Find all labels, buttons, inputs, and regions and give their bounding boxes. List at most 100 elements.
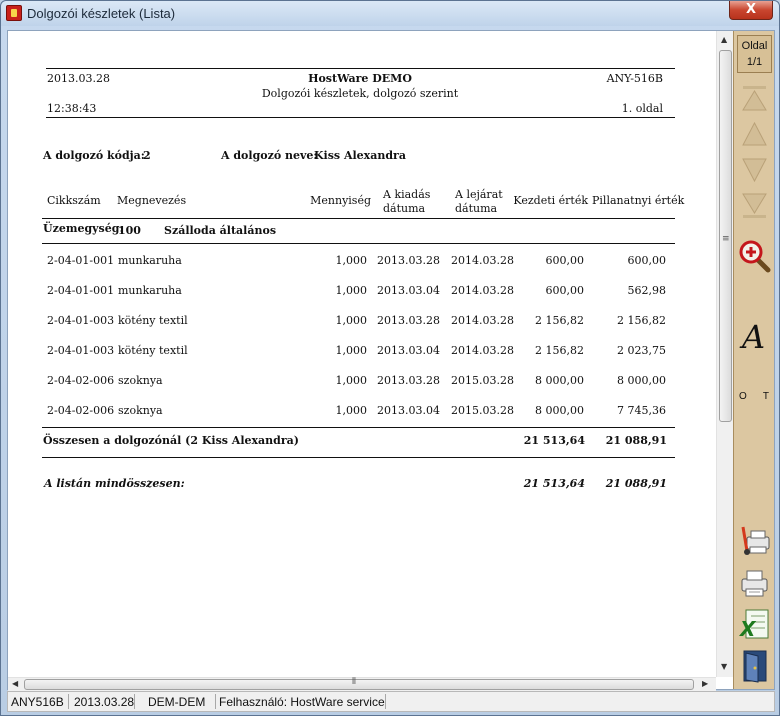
row-expiry-date: 2014.03.28 [451,284,514,297]
row-initial-value: 2 156,82 [535,344,584,357]
horizontal-scrollbar[interactable]: ◀ ⦀ ▶ [8,677,716,691]
row-item-no: 2-04-01-003 [47,344,115,357]
report-toolbar: Oldal 1/1 A O T X [733,31,774,689]
row-issue-date: 2013.03.04 [377,404,440,417]
printer-setup-icon[interactable] [738,523,771,557]
row-quantity: 1,000 [335,314,368,327]
row-initial-value: 8 000,00 [535,404,584,417]
scroll-right-arrow-icon[interactable]: ▶ [702,679,708,688]
zoom-in-icon[interactable] [738,239,771,273]
row-expiry-date: 2014.03.28 [451,344,514,357]
row-quantity: 1,000 [335,284,368,297]
row-name: szoknya [118,404,163,417]
grand-total-initial: 21 513,64 [523,477,585,490]
report-time: 12:38:43 [47,102,97,115]
row-current-value: 2 156,82 [617,314,666,327]
title-bar[interactable]: Dolgozói készletek (Lista) X [1,1,779,26]
status-separator [134,694,135,709]
print-icon[interactable] [738,565,771,599]
employee-code: 2 [143,149,151,162]
window-title: Dolgozói készletek (Lista) [27,6,176,21]
scroll-left-arrow-icon[interactable]: ◀ [12,679,18,688]
column-expiry-date-line2: dátuma [455,202,498,215]
vertical-scroll-thumb[interactable]: ≡ [719,50,732,422]
row-issue-date: 2013.03.28 [377,314,440,327]
column-issue-date-line1: A kiadás [383,188,431,201]
report-code: ANY-516B [606,72,663,85]
row-expiry-date: 2014.03.28 [451,254,514,267]
row-expiry-date: 2014.03.28 [451,314,514,327]
row-item-no: 2-04-01-001 [47,284,115,297]
page-indicator: Oldal 1/1 [737,35,772,73]
scroll-up-arrow-icon[interactable]: ▲ [721,35,727,44]
exit-door-icon[interactable] [738,649,771,683]
unit-code: 100 [118,224,141,237]
page-indicator-label: Oldal [741,40,768,52]
t-label[interactable]: T [763,391,769,402]
excel-export-icon[interactable]: X [738,607,771,641]
last-page-icon[interactable] [739,191,770,221]
app-icon [6,5,22,21]
row-current-value: 8 000,00 [617,374,666,387]
orientation-labels[interactable]: O T [739,391,769,402]
total-top-rule [42,427,675,428]
horizontal-scroll-thumb[interactable]: ⦀ [24,677,694,690]
employee-name: Kiss Alexandra [314,149,406,162]
column-item-no: Cikkszám [47,194,101,207]
status-bar: ANY516B 2013.03.28 DEM-DEM Felhasználó: … [7,691,775,712]
column-expiry-date-line1: A lejárat [455,188,503,201]
row-name: kötény textil [118,344,188,357]
row-item-no: 2-04-02-006 [47,374,115,387]
grip-icon: ≡ [722,234,730,244]
row-initial-value: 600,00 [545,254,585,267]
svg-text:X: X [738,617,757,641]
previous-page-icon[interactable] [739,119,770,149]
column-initial-value: Kezdeti érték [513,194,588,207]
row-initial-value: 600,00 [545,284,585,297]
row-quantity: 1,000 [335,374,368,387]
row-expiry-date: 2015.03.28 [451,374,514,387]
employee-name-label: A dolgozó neve: [221,149,318,162]
row-current-value: 562,98 [627,284,667,297]
row-initial-value: 2 156,82 [535,314,584,327]
next-page-icon[interactable] [739,155,770,185]
grand-total-current: 21 088,91 [605,477,667,490]
row-issue-date: 2013.03.28 [377,254,440,267]
report-subtitle: Dolgozói készletek, dolgozó szerint [261,87,459,100]
column-name: Megnevezés [117,194,187,207]
report-window: Dolgozói készletek (Lista) X 2013.03.28 … [0,0,780,716]
row-expiry-date: 2015.03.28 [451,404,514,417]
report-date: 2013.03.28 [47,72,110,85]
status-date: 2013.03.28 [74,695,135,709]
status-separator [68,694,69,709]
page-indicator-value: 1/1 [746,56,763,68]
o-label[interactable]: O [739,391,747,402]
row-name: kötény textil [118,314,188,327]
row-quantity: 1,000 [335,344,368,357]
column-issue-date-line2: dátuma [383,202,426,215]
svg-text:A: A [739,319,765,353]
vertical-scrollbar[interactable]: ▲ ≡ ▼ [716,31,733,677]
font-icon[interactable]: A [738,319,771,353]
row-item-no: 2-04-01-003 [47,314,115,327]
total-bottom-rule [42,457,675,458]
first-page-icon[interactable] [739,83,770,113]
row-name: szoknya [118,374,163,387]
row-quantity: 1,000 [335,254,368,267]
grip-icon: ⦀ [352,677,356,687]
page-number: 1. oldal [621,102,663,115]
row-current-value: 7 745,36 [617,404,666,417]
scroll-down-arrow-icon[interactable]: ▼ [721,662,727,671]
status-report-code: ANY516B [11,695,64,709]
row-current-value: 2 023,75 [617,344,666,357]
close-button[interactable]: X [729,1,773,20]
row-name: munkaruha [118,254,182,267]
employee-code-label: A dolgozó kódja: [43,149,145,162]
column-quantity: Mennyiség [310,194,371,207]
header-top-rule [46,68,675,69]
row-issue-date: 2013.03.04 [377,284,440,297]
header-bottom-rule [46,117,675,118]
row-issue-date: 2013.03.28 [377,374,440,387]
row-initial-value: 8 000,00 [535,374,584,387]
column-header-rule [42,218,675,219]
